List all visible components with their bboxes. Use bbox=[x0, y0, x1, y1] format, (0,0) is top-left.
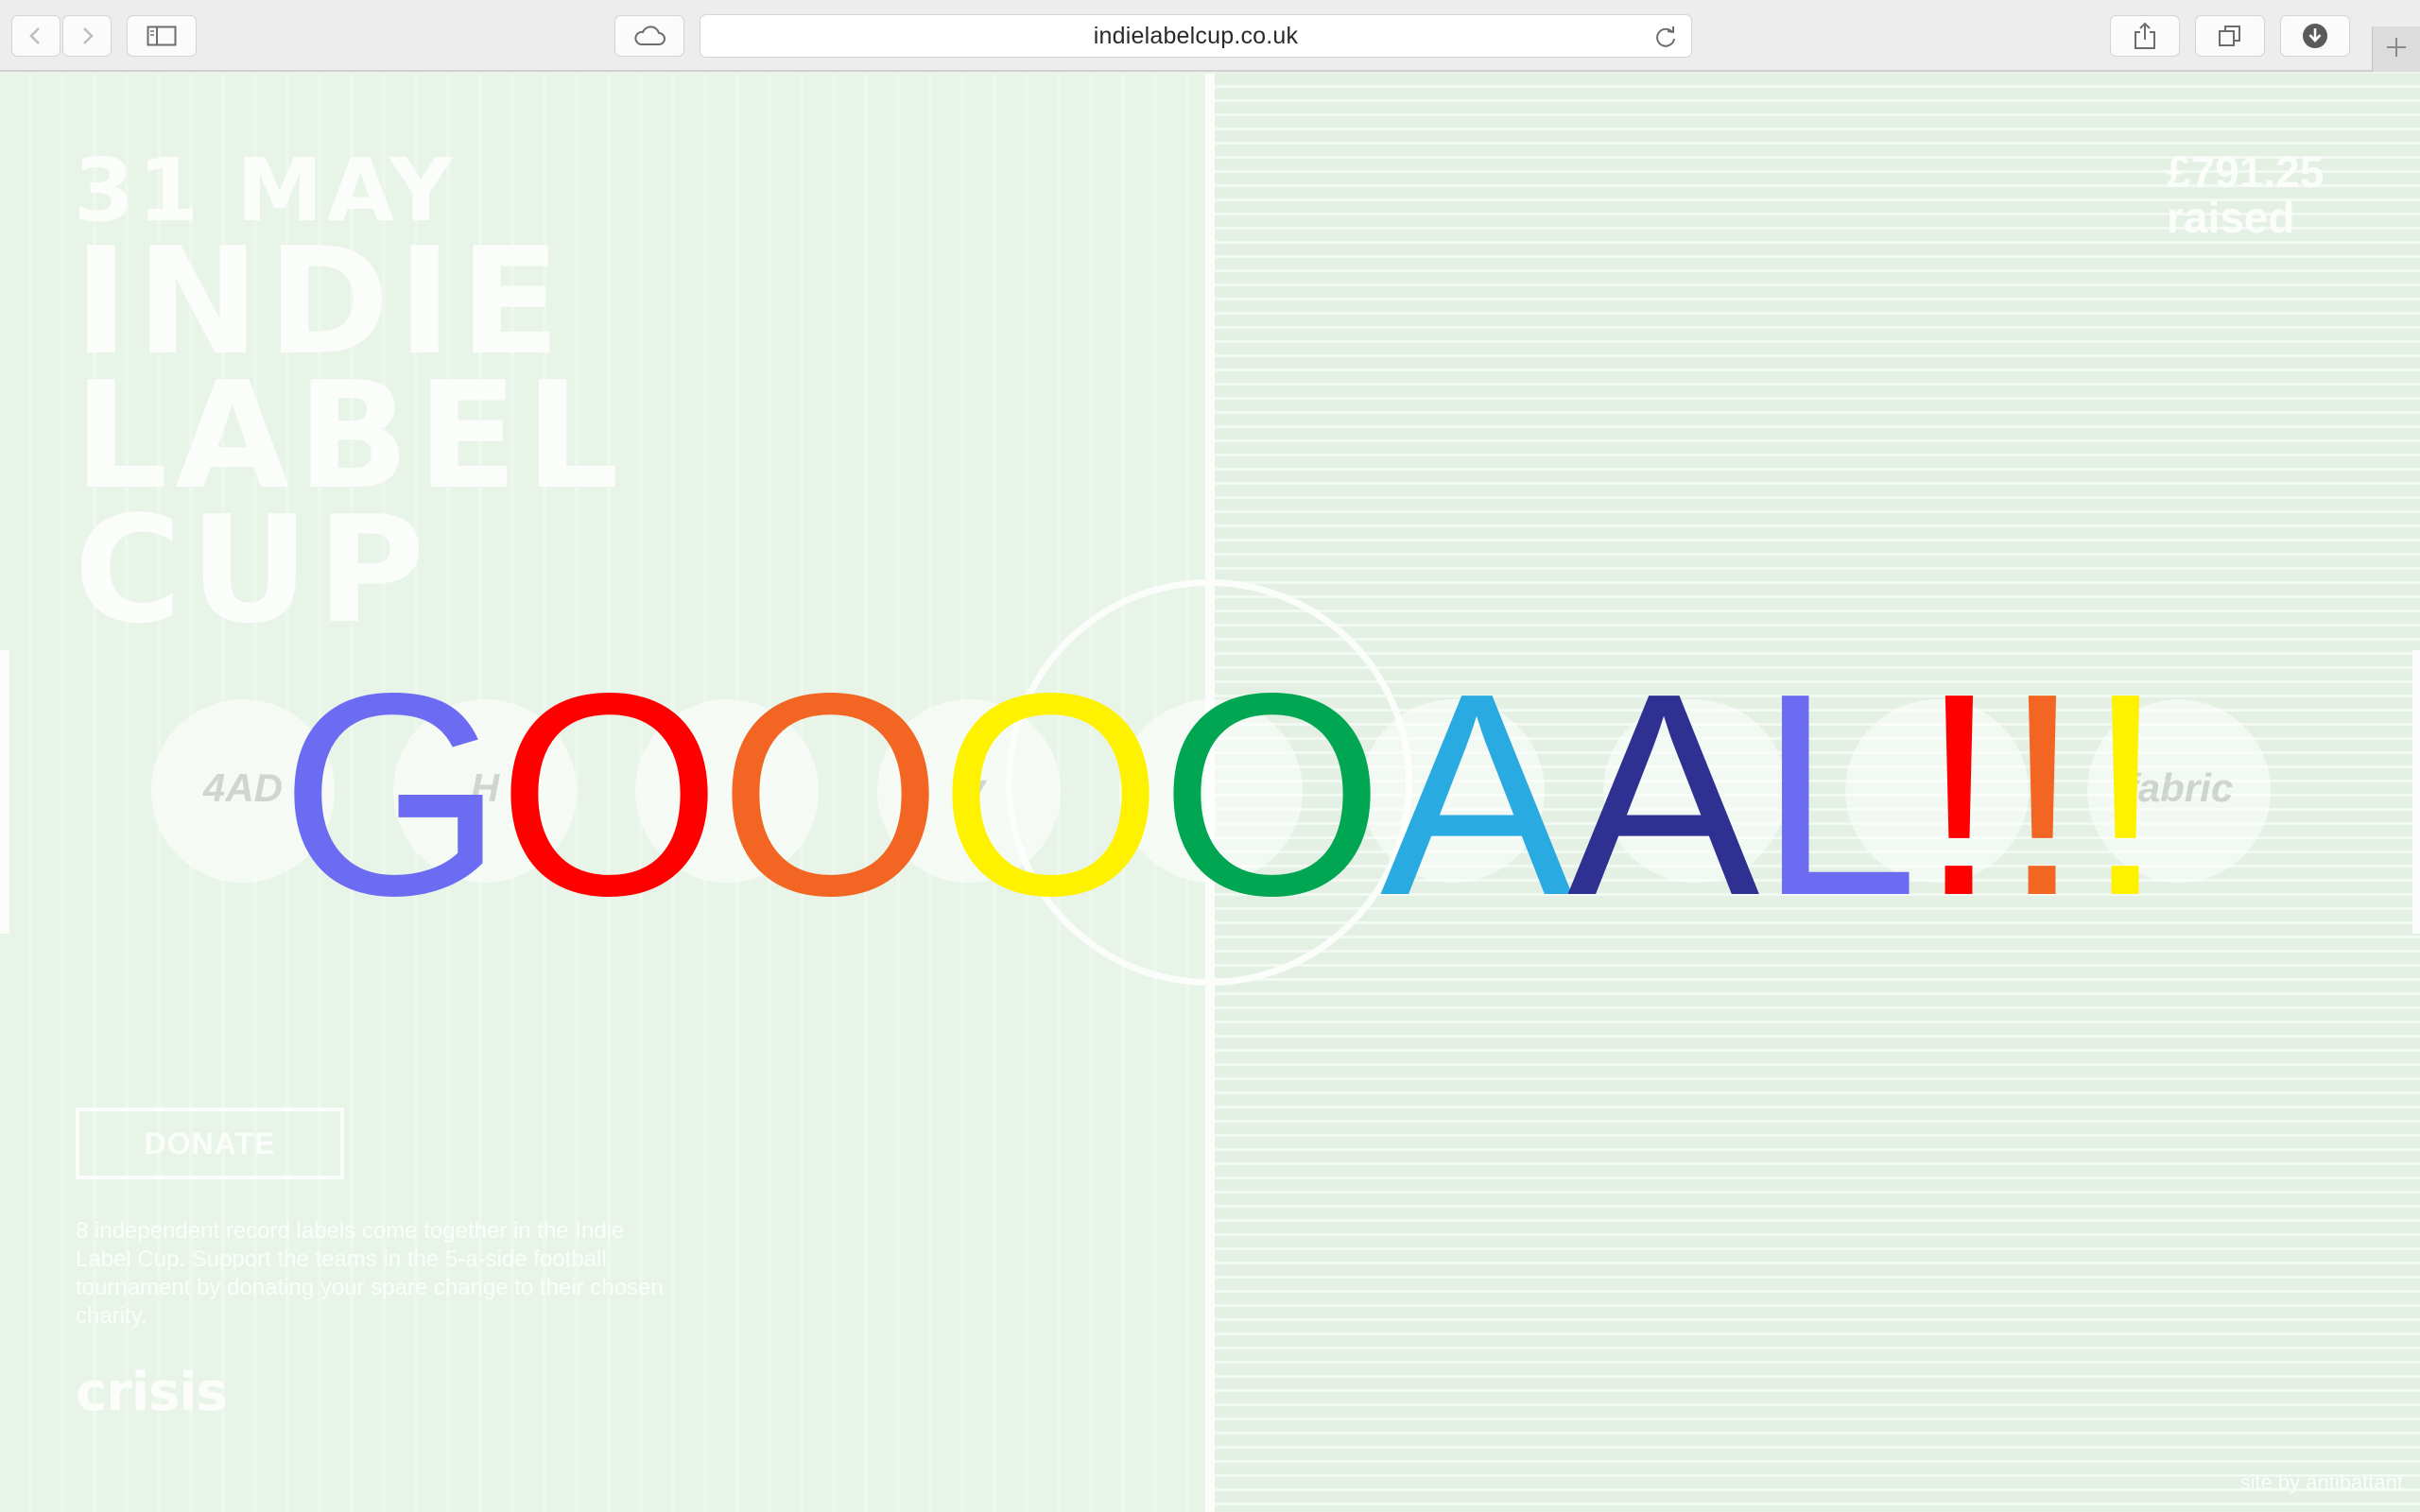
goal-letter: ! bbox=[1919, 633, 1999, 955]
address-bar[interactable]: indielabelcup.co.uk bbox=[700, 14, 1692, 58]
goal-letter: A bbox=[1380, 633, 1573, 955]
goal-letter: G bbox=[280, 633, 505, 955]
goal-letter: ! bbox=[2002, 633, 2083, 955]
chevron-right-icon bbox=[78, 25, 96, 47]
plus-icon bbox=[2385, 36, 2408, 63]
tabs-overview-button[interactable] bbox=[2195, 15, 2265, 57]
goal-overlay: G O O O O A A L ! ! ! bbox=[0, 74, 2420, 1512]
goal-letter: ! bbox=[2085, 633, 2166, 955]
back-button[interactable] bbox=[11, 15, 60, 57]
share-icon bbox=[2133, 22, 2157, 50]
new-tab-button[interactable] bbox=[2372, 26, 2420, 72]
reload-icon[interactable] bbox=[1653, 24, 1678, 55]
cloud-icon bbox=[632, 25, 666, 47]
web-page: 4AD H ly fabric 31 MAY INDIE LABEL CUP £… bbox=[0, 74, 2420, 1512]
sidebar-button[interactable] bbox=[127, 15, 197, 57]
goal-letter: O bbox=[1160, 633, 1385, 955]
goal-letter: O bbox=[939, 633, 1164, 955]
tabs-icon bbox=[2217, 24, 2243, 48]
sidebar-icon bbox=[147, 26, 177, 46]
goal-letter: A bbox=[1567, 633, 1760, 955]
icloud-tabs-button[interactable] bbox=[614, 15, 684, 57]
goal-letter: O bbox=[718, 633, 943, 955]
forward-button[interactable] bbox=[62, 15, 112, 57]
browser-toolbar: indielabelcup.co.uk bbox=[0, 0, 2420, 72]
chevron-left-icon bbox=[26, 25, 45, 47]
downloads-button[interactable] bbox=[2280, 15, 2350, 57]
goal-letter: O bbox=[497, 633, 722, 955]
goal-letter: L bbox=[1758, 633, 1919, 955]
download-icon bbox=[2301, 22, 2329, 50]
url-text: indielabelcup.co.uk bbox=[1093, 22, 1299, 49]
share-button[interactable] bbox=[2110, 15, 2180, 57]
